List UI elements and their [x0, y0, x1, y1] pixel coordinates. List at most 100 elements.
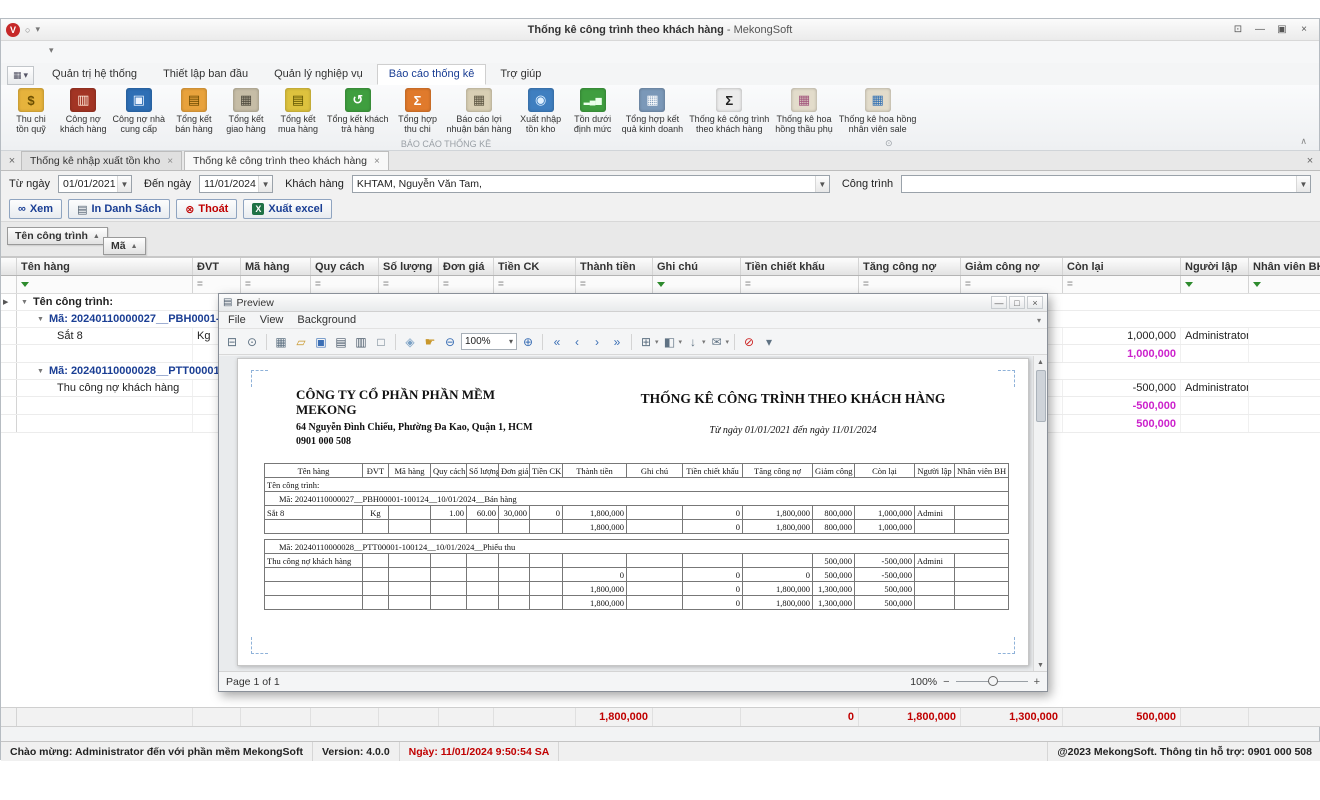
maximize-icon[interactable]: ▣ [1271, 22, 1293, 38]
prev-page-icon[interactable]: ‹ [568, 335, 586, 349]
to-date-input[interactable]: 11/01/2024 ▼ [199, 175, 273, 193]
next-page-icon[interactable]: › [588, 335, 606, 349]
scroll-down-icon[interactable]: ▼ [1037, 659, 1044, 671]
page-setup-icon[interactable]: □ [372, 335, 390, 349]
ribbon-tab-thiet-lap-ban-dau[interactable]: Thiết lập ban đầu [151, 64, 260, 85]
ribbon-tab-quan-tri-he-thong[interactable]: Quản trị hệ thống [40, 64, 149, 85]
doc-tab-thong-ke-nhap-xuat-ton-kho[interactable]: Thống kê nhập xuất tồn kho× [21, 151, 182, 170]
export-icon[interactable]: ↓ [684, 335, 702, 349]
expander-icon[interactable]: ▼ [37, 316, 44, 323]
overflow-icon[interactable]: ▾ [760, 335, 778, 349]
filter-cell-tien-chiet-khau[interactable]: = [741, 276, 859, 293]
scrollbar-thumb[interactable] [1036, 370, 1046, 422]
zoom-select[interactable]: 100%▾ [461, 333, 517, 350]
group-chip-project[interactable]: Tên công trình ▲ [7, 227, 108, 245]
filter-cell-quy-cach[interactable]: = [311, 276, 379, 293]
zoom-slider[interactable] [956, 681, 1028, 682]
save-icon[interactable]: ▣ [312, 335, 330, 349]
column-header-ma-hang[interactable]: Mã hàng [241, 258, 311, 275]
close-icon[interactable]: × [167, 156, 173, 167]
zoom-out-icon[interactable]: ⊖ [441, 335, 459, 349]
zoom-in-button[interactable]: + [1034, 676, 1040, 688]
ribbon-item-xuat-nhap-ton-kho[interactable]: ◉Xuất nhập tồn kho [515, 87, 567, 135]
view-button[interactable]: ∞Xem [9, 199, 62, 219]
close-icon[interactable]: × [1027, 296, 1043, 309]
filter-cell-ten-hang[interactable] [17, 276, 193, 293]
filter-cell-ghi-chu[interactable] [653, 276, 741, 293]
column-header-con-lai[interactable]: Còn lại [1063, 258, 1181, 275]
minimize-icon[interactable]: — [1249, 22, 1271, 38]
ribbon-item-cong-no-nha-cung-cap[interactable]: ▣Công nợ nhà cung cấp [110, 87, 168, 135]
ribbon-item-tong-ket-ban-hang[interactable]: ▤Tổng kết bán hàng [168, 87, 220, 135]
send-icon[interactable]: ✉ [708, 335, 726, 349]
ribbon-tab-tro-giup[interactable]: Trợ giúp [488, 64, 553, 85]
column-header-tien-ck[interactable]: Tiền CK [494, 258, 576, 275]
zoom-slider-knob[interactable] [988, 676, 998, 686]
stop-icon[interactable]: ⊘ [740, 335, 758, 349]
chevron-down-icon[interactable]: ▼ [117, 176, 131, 192]
quick-print-icon[interactable]: ▥ [352, 335, 370, 349]
expander-icon[interactable]: ▼ [37, 368, 44, 375]
ribbon-tab-bao-cao-thong-ke[interactable]: Báo cáo thống kê [377, 64, 487, 85]
customize-icon[interactable]: ▦ [272, 335, 290, 349]
column-header-tien-chiet-khau[interactable]: Tiền chiết khấu [741, 258, 859, 275]
column-header-don-gia[interactable]: Đơn giá [439, 258, 494, 275]
customer-select[interactable]: KHTAM, Nguyễn Văn Tam, ▼ [352, 175, 830, 193]
filter-cell-nhan-vien-bh[interactable] [1249, 276, 1320, 293]
ribbon-item-thong-ke-hoa-hong-thau-phu[interactable]: ▦Thống kê hoa hồng thầu phụ [772, 87, 836, 135]
group-dialog-launcher-icon[interactable]: ⊙ [885, 138, 893, 149]
close-tab-button-right[interactable]: × [1301, 151, 1319, 170]
column-header-dvt[interactable]: ĐVT [193, 258, 241, 275]
export-excel-button[interactable]: XXuất excel [243, 199, 331, 219]
close-icon[interactable]: × [1293, 22, 1315, 38]
from-date-input[interactable]: 01/01/2021 ▼ [58, 175, 132, 193]
preview-scrollbar[interactable]: ▲ ▼ [1033, 356, 1047, 671]
chevron-down-icon[interactable]: ▼ [258, 176, 272, 192]
quick-access-dropdown-icon[interactable]: ▾ [35, 24, 40, 35]
search-icon[interactable]: ⊙ [243, 335, 261, 349]
chevron-down-icon[interactable]: ▼ [815, 176, 829, 192]
chevron-down-icon[interactable]: ▾ [679, 338, 683, 346]
close-tab-button-left[interactable]: × [3, 151, 21, 170]
zoom-in-icon[interactable]: ⊕ [519, 335, 537, 349]
open-icon[interactable]: ▱ [292, 335, 310, 349]
document-map-icon[interactable]: ⊟ [223, 335, 241, 349]
multiple-pages-icon[interactable]: ⊞ [637, 335, 655, 349]
filter-cell-dvt[interactable]: = [193, 276, 241, 293]
column-header-nhan-vien-bh[interactable]: Nhân viên BH [1249, 258, 1320, 275]
expander-icon[interactable]: ▼ [21, 299, 28, 306]
doc-tab-thong-ke-cong-trinh-theo-khach-hang[interactable]: Thống kê công trình theo khách hàng× [184, 151, 389, 170]
filter-cell-tien-ck[interactable]: = [494, 276, 576, 293]
filter-cell-tang-cong-no[interactable]: = [859, 276, 961, 293]
last-page-icon[interactable]: » [608, 335, 626, 349]
filter-cell-nguoi-lap[interactable] [1181, 276, 1249, 293]
ribbon-item-tong-ket-khach-tra-hang[interactable]: ↺Tổng kết khách trả hàng [324, 87, 392, 135]
chevron-down-icon[interactable]: ▼ [1296, 176, 1310, 192]
column-header-nguoi-lap[interactable]: Người lập [1181, 258, 1249, 275]
chevron-down-icon[interactable]: ▾ [726, 338, 730, 346]
filter-cell-so-luong[interactable]: = [379, 276, 439, 293]
scroll-up-icon[interactable]: ▲ [1037, 356, 1044, 368]
ribbon-item-cong-no-khach-hang[interactable]: ▥Công nợ khách hàng [57, 87, 110, 135]
ribbon-tab-quan-ly-nghiep-vu[interactable]: Quản lý nghiệp vụ [262, 64, 375, 85]
ribbon-item-tong-ket-giao-hang[interactable]: ▦Tổng kết giao hàng [220, 87, 272, 135]
minimize-icon[interactable]: — [991, 296, 1007, 309]
group-chip-code[interactable]: Mã ▲ [103, 237, 146, 255]
preview-titlebar[interactable]: ▤ Preview — □ × [219, 294, 1047, 312]
page-color-icon[interactable]: ◧ [661, 335, 679, 349]
quick-access-customize-icon[interactable]: ▾ [49, 45, 54, 56]
watermark-icon[interactable]: ◈ [401, 335, 419, 349]
ribbon-item-tong-hop-thu-chi[interactable]: ΣTổng hợp thu chi [392, 87, 444, 135]
first-page-icon[interactable]: « [548, 335, 566, 349]
ribbon-item-tong-ket-mua-hang[interactable]: ▤Tổng kết mua hàng [272, 87, 324, 135]
maximize-icon[interactable]: □ [1009, 296, 1025, 309]
chevron-down-icon[interactable]: ▾ [702, 338, 706, 346]
filter-cell-giam-cong-no[interactable]: = [961, 276, 1063, 293]
hand-tool-icon[interactable]: ☛ [421, 335, 439, 349]
column-header-giam-cong-no[interactable]: Giảm công nợ [961, 258, 1063, 275]
menu-view[interactable]: View [253, 312, 291, 328]
filter-cell-thanh-tien[interactable]: = [576, 276, 653, 293]
quick-access-button[interactable]: ○ [25, 25, 30, 35]
menu-file[interactable]: File [221, 312, 253, 328]
print-icon[interactable]: ▤ [332, 335, 350, 349]
